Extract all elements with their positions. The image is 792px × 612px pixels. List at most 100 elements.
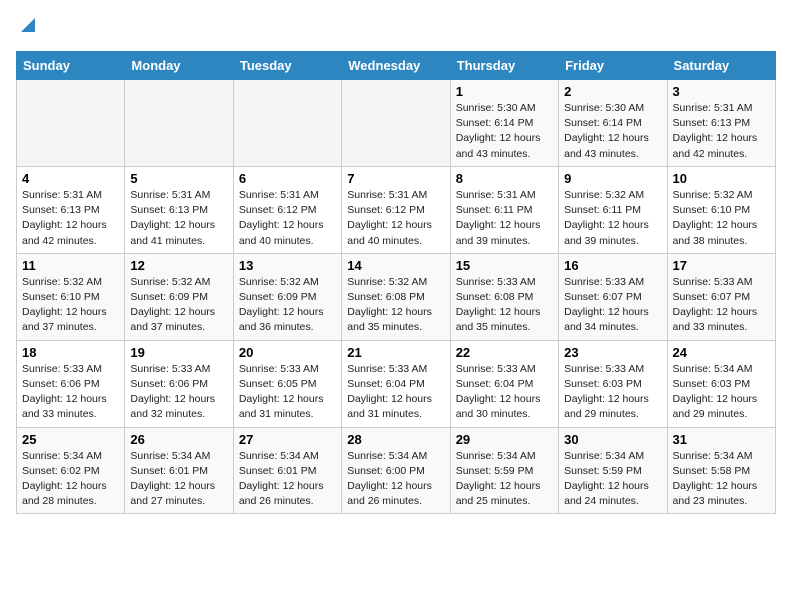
calendar-cell: 12Sunrise: 5:32 AM Sunset: 6:09 PM Dayli… xyxy=(125,253,233,340)
calendar-cell: 18 Sunrise: 5:33 AM Sunset: 6:06 PM Dayli… xyxy=(17,340,125,427)
calendar-cell: 15 Sunrise: 5:33 AM Sunset: 6:08 PM Dayli… xyxy=(450,253,558,340)
calendar-cell xyxy=(233,80,341,167)
day-info: Sunrise: 5:33 AM Sunset: 6:06 PM Dayligh… xyxy=(22,362,119,423)
calendar-cell: 4 Sunrise: 5:31 AM Sunset: 6:13 PM Daylig… xyxy=(17,166,125,253)
day-number: 25 xyxy=(22,432,119,447)
calendar-cell: 6Sunrise: 5:31 AM Sunset: 6:12 PM Daylig… xyxy=(233,166,341,253)
calendar-cell: 10Sunrise: 5:32 AM Sunset: 6:10 PM Dayli… xyxy=(667,166,775,253)
day-info: Sunrise: 5:34 AM Sunset: 6:01 PM Dayligh… xyxy=(130,449,227,510)
day-number: 16 xyxy=(564,258,661,273)
weekday-header-friday: Friday xyxy=(559,52,667,80)
week-row-2: 4 Sunrise: 5:31 AM Sunset: 6:13 PM Daylig… xyxy=(17,166,776,253)
day-number: 14 xyxy=(347,258,444,273)
calendar-cell: 16 Sunrise: 5:33 AM Sunset: 6:07 PM Dayli… xyxy=(559,253,667,340)
calendar-cell: 24 Sunrise: 5:34 AM Sunset: 6:03 PM Dayli… xyxy=(667,340,775,427)
day-number: 21 xyxy=(347,345,444,360)
day-info: Sunrise: 5:34 AM Sunset: 5:59 PM Dayligh… xyxy=(564,449,661,510)
calendar-cell: 31 Sunrise: 5:34 AM Sunset: 5:58 PM Dayli… xyxy=(667,427,775,514)
day-info: Sunrise: 5:31 AM Sunset: 6:13 PM Dayligh… xyxy=(673,101,770,162)
calendar-cell: 23 Sunrise: 5:33 AM Sunset: 6:03 PM Dayli… xyxy=(559,340,667,427)
day-info: Sunrise: 5:30 AM Sunset: 6:14 PM Dayligh… xyxy=(456,101,553,162)
day-info: Sunrise: 5:33 AM Sunset: 6:05 PM Dayligh… xyxy=(239,362,336,423)
calendar-cell: 5 Sunrise: 5:31 AM Sunset: 6:13 PM Daylig… xyxy=(125,166,233,253)
logo xyxy=(16,16,37,39)
calendar-cell: 22Sunrise: 5:33 AM Sunset: 6:04 PM Dayli… xyxy=(450,340,558,427)
calendar-cell: 11 Sunrise: 5:32 AM Sunset: 6:10 PM Dayli… xyxy=(17,253,125,340)
calendar-cell: 25 Sunrise: 5:34 AM Sunset: 6:02 PM Dayli… xyxy=(17,427,125,514)
calendar-cell: 7 Sunrise: 5:31 AM Sunset: 6:12 PM Daylig… xyxy=(342,166,450,253)
day-info: Sunrise: 5:32 AM Sunset: 6:11 PM Dayligh… xyxy=(564,188,661,249)
day-info: Sunrise: 5:32 AM Sunset: 6:10 PM Dayligh… xyxy=(22,275,119,336)
calendar-cell: 8 Sunrise: 5:31 AM Sunset: 6:11 PM Daylig… xyxy=(450,166,558,253)
calendar-cell: 20 Sunrise: 5:33 AM Sunset: 6:05 PM Dayli… xyxy=(233,340,341,427)
calendar-cell: 13 Sunrise: 5:32 AM Sunset: 6:09 PM Dayli… xyxy=(233,253,341,340)
day-info: Sunrise: 5:31 AM Sunset: 6:13 PM Dayligh… xyxy=(22,188,119,249)
day-info: Sunrise: 5:33 AM Sunset: 6:03 PM Dayligh… xyxy=(564,362,661,423)
week-row-1: 1 Sunrise: 5:30 AM Sunset: 6:14 PM Daylig… xyxy=(17,80,776,167)
logo-arrow-icon xyxy=(19,16,37,39)
day-info: Sunrise: 5:34 AM Sunset: 6:03 PM Dayligh… xyxy=(673,362,770,423)
day-number: 28 xyxy=(347,432,444,447)
day-number: 5 xyxy=(130,171,227,186)
day-number: 24 xyxy=(673,345,770,360)
day-number: 8 xyxy=(456,171,553,186)
day-number: 12 xyxy=(130,258,227,273)
day-number: 20 xyxy=(239,345,336,360)
day-number: 23 xyxy=(564,345,661,360)
day-number: 4 xyxy=(22,171,119,186)
calendar-cell: 2 Sunrise: 5:30 AM Sunset: 6:14 PM Daylig… xyxy=(559,80,667,167)
weekday-header-row: SundayMondayTuesdayWednesdayThursdayFrid… xyxy=(17,52,776,80)
calendar-cell: 26 Sunrise: 5:34 AM Sunset: 6:01 PM Dayli… xyxy=(125,427,233,514)
day-info: Sunrise: 5:34 AM Sunset: 5:59 PM Dayligh… xyxy=(456,449,553,510)
day-number: 11 xyxy=(22,258,119,273)
day-info: Sunrise: 5:34 AM Sunset: 5:58 PM Dayligh… xyxy=(673,449,770,510)
calendar-cell xyxy=(125,80,233,167)
day-number: 19 xyxy=(130,345,227,360)
day-info: Sunrise: 5:33 AM Sunset: 6:06 PM Dayligh… xyxy=(130,362,227,423)
calendar-cell xyxy=(342,80,450,167)
day-number: 15 xyxy=(456,258,553,273)
day-number: 7 xyxy=(347,171,444,186)
day-number: 26 xyxy=(130,432,227,447)
day-number: 10 xyxy=(673,171,770,186)
day-number: 6 xyxy=(239,171,336,186)
weekday-header-monday: Monday xyxy=(125,52,233,80)
day-number: 2 xyxy=(564,84,661,99)
day-number: 13 xyxy=(239,258,336,273)
day-info: Sunrise: 5:33 AM Sunset: 6:07 PM Dayligh… xyxy=(564,275,661,336)
day-info: Sunrise: 5:34 AM Sunset: 6:02 PM Dayligh… xyxy=(22,449,119,510)
weekday-header-saturday: Saturday xyxy=(667,52,775,80)
day-number: 1 xyxy=(456,84,553,99)
calendar-cell: 9 Sunrise: 5:32 AM Sunset: 6:11 PM Daylig… xyxy=(559,166,667,253)
calendar-cell: 14 Sunrise: 5:32 AM Sunset: 6:08 PM Dayli… xyxy=(342,253,450,340)
page-header xyxy=(16,16,776,39)
day-info: Sunrise: 5:31 AM Sunset: 6:12 PM Dayligh… xyxy=(347,188,444,249)
day-info: Sunrise: 5:32 AM Sunset: 6:09 PM Dayligh… xyxy=(239,275,336,336)
day-number: 18 xyxy=(22,345,119,360)
week-row-3: 11 Sunrise: 5:32 AM Sunset: 6:10 PM Dayli… xyxy=(17,253,776,340)
day-info: Sunrise: 5:31 AM Sunset: 6:11 PM Dayligh… xyxy=(456,188,553,249)
day-number: 27 xyxy=(239,432,336,447)
day-number: 29 xyxy=(456,432,553,447)
day-number: 9 xyxy=(564,171,661,186)
day-number: 22 xyxy=(456,345,553,360)
day-info: Sunrise: 5:31 AM Sunset: 6:13 PM Dayligh… xyxy=(130,188,227,249)
calendar-table: SundayMondayTuesdayWednesdayThursdayFrid… xyxy=(16,51,776,514)
day-number: 30 xyxy=(564,432,661,447)
calendar-cell: 27Sunrise: 5:34 AM Sunset: 6:01 PM Dayli… xyxy=(233,427,341,514)
calendar-cell: 19 Sunrise: 5:33 AM Sunset: 6:06 PM Dayli… xyxy=(125,340,233,427)
day-info: Sunrise: 5:33 AM Sunset: 6:07 PM Dayligh… xyxy=(673,275,770,336)
calendar-cell: 21Sunrise: 5:33 AM Sunset: 6:04 PM Dayli… xyxy=(342,340,450,427)
calendar-cell: 28 Sunrise: 5:34 AM Sunset: 6:00 PM Dayli… xyxy=(342,427,450,514)
day-info: Sunrise: 5:30 AM Sunset: 6:14 PM Dayligh… xyxy=(564,101,661,162)
week-row-5: 25 Sunrise: 5:34 AM Sunset: 6:02 PM Dayli… xyxy=(17,427,776,514)
day-info: Sunrise: 5:33 AM Sunset: 6:08 PM Dayligh… xyxy=(456,275,553,336)
day-number: 3 xyxy=(673,84,770,99)
week-row-4: 18 Sunrise: 5:33 AM Sunset: 6:06 PM Dayli… xyxy=(17,340,776,427)
day-info: Sunrise: 5:34 AM Sunset: 6:00 PM Dayligh… xyxy=(347,449,444,510)
day-info: Sunrise: 5:32 AM Sunset: 6:08 PM Dayligh… xyxy=(347,275,444,336)
calendar-cell: 3 Sunrise: 5:31 AM Sunset: 6:13 PM Daylig… xyxy=(667,80,775,167)
day-number: 31 xyxy=(673,432,770,447)
calendar-cell: 30 Sunrise: 5:34 AM Sunset: 5:59 PM Dayli… xyxy=(559,427,667,514)
weekday-header-thursday: Thursday xyxy=(450,52,558,80)
